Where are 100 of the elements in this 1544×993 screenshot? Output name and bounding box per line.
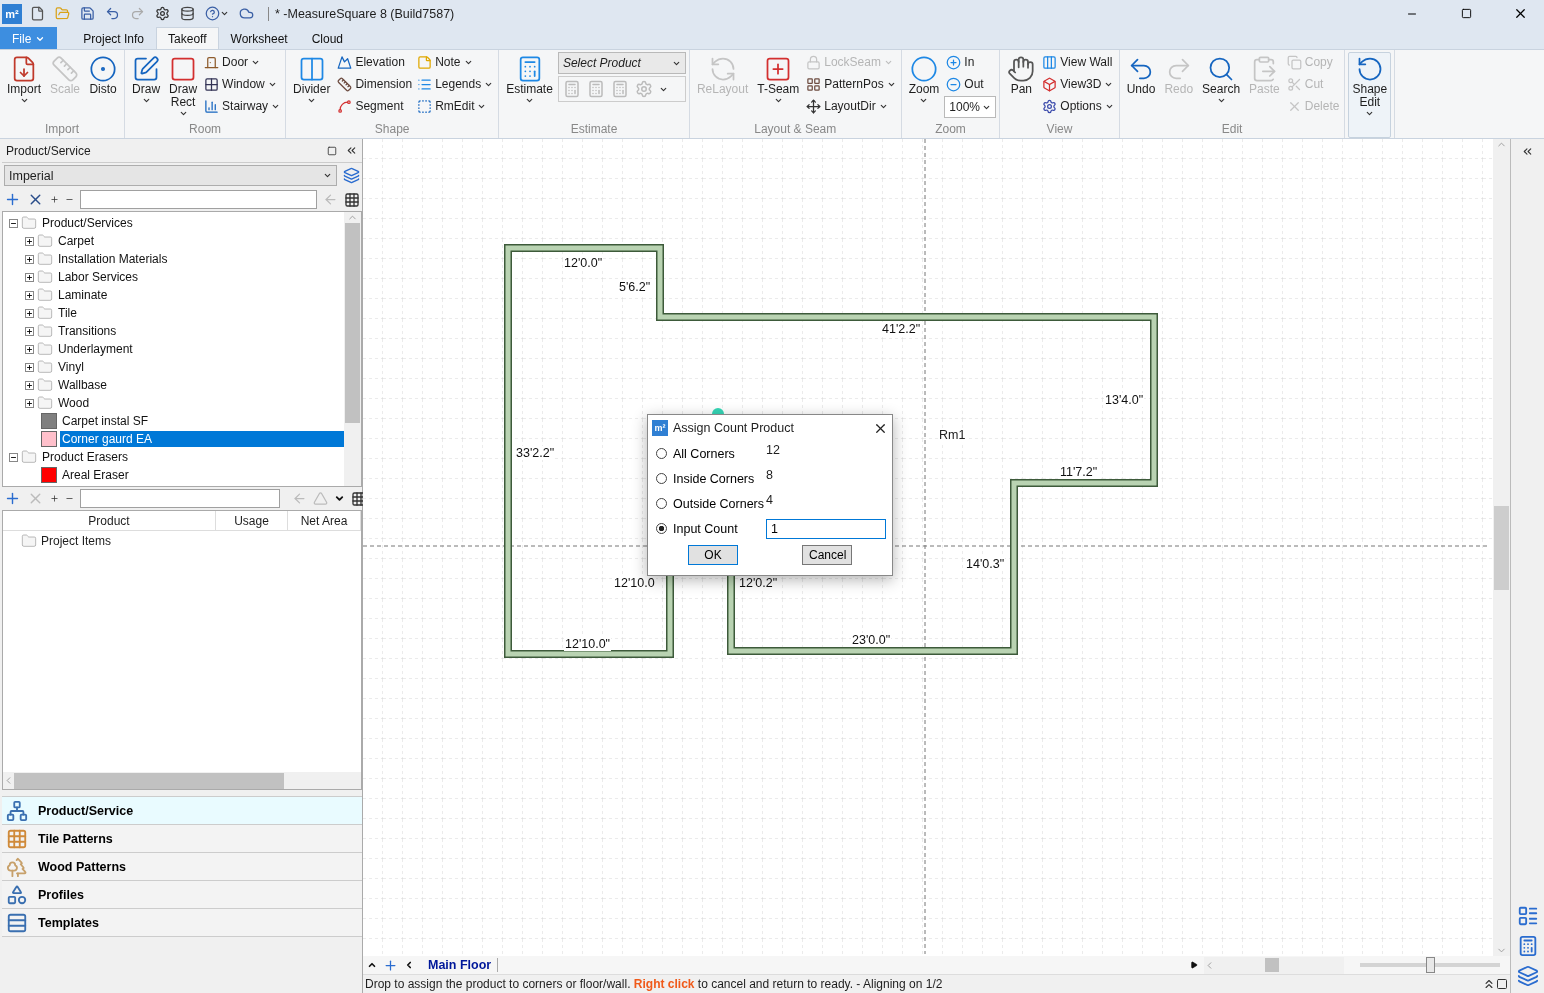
ribbon-button[interactable]: PatternPos — [804, 74, 898, 94]
column-header[interactable]: Net Area — [288, 511, 361, 531]
tree-item[interactable]: Labor Services — [56, 269, 141, 285]
ribbon-button[interactable]: Undo — [1122, 52, 1160, 122]
tree-item[interactable]: Wallbase — [56, 377, 109, 393]
ribbon-button[interactable]: Stairway — [202, 96, 283, 116]
ribbon-button[interactable]: Shape Edit — [1348, 52, 1392, 138]
scrollbar[interactable] — [3, 772, 361, 789]
search-field[interactable] — [80, 489, 280, 508]
expand-toggle[interactable] — [25, 290, 34, 300]
tree-item[interactable]: Underlayment — [56, 341, 135, 357]
column-header[interactable]: Usage — [216, 511, 288, 531]
add-button[interactable] — [4, 490, 21, 507]
ribbon-button[interactable]: Import — [3, 52, 45, 122]
expand-toggle[interactable] — [25, 398, 34, 408]
collapse-button[interactable] — [345, 144, 358, 157]
ribbon-button[interactable]: Draw Rect — [165, 52, 202, 122]
ribbon-button[interactable]: RmEdit — [415, 96, 496, 116]
ribbon-tab[interactable]: Worksheet — [218, 27, 300, 49]
ribbon-button[interactable]: Window — [202, 74, 283, 94]
menu-button[interactable] — [334, 493, 345, 504]
previous-button[interactable] — [404, 960, 414, 970]
column-header[interactable]: Product — [3, 511, 216, 531]
tree-item[interactable]: Wood — [56, 395, 92, 411]
ribbon-button[interactable]: Draw — [128, 52, 165, 122]
dropdown[interactable]: 100% — [944, 96, 997, 118]
tree-item[interactable]: Product/Services — [40, 215, 135, 231]
ribbon-button[interactable]: T-Seam — [753, 52, 804, 122]
unit-dropdown[interactable]: Imperial — [4, 165, 337, 186]
slider-thumb[interactable] — [1426, 957, 1435, 973]
expand-toggle[interactable] — [9, 218, 18, 228]
expand-all-button[interactable] — [50, 494, 59, 503]
save-button[interactable] — [78, 6, 97, 21]
collapse-button[interactable] — [1521, 145, 1534, 158]
ribbon-button[interactable]: View Wall — [1040, 52, 1116, 72]
ribbon-button[interactable]: Dimension — [335, 74, 415, 94]
maximize-button[interactable] — [1496, 978, 1508, 990]
ribbon-button[interactable]: Door — [202, 52, 283, 72]
list-button[interactable] — [1516, 905, 1539, 927]
tree-item[interactable]: Carpet — [56, 233, 97, 249]
expand-all-button[interactable] — [50, 195, 59, 204]
ribbon-button[interactable]: Segment — [335, 96, 415, 116]
count-field[interactable]: 1 — [766, 518, 886, 539]
ribbon-button[interactable]: Divider — [289, 52, 335, 122]
layers-button[interactable] — [1516, 965, 1539, 987]
scrollbar-thumb[interactable] — [1265, 958, 1279, 972]
expand-toggle[interactable] — [25, 254, 34, 264]
sheet-tab[interactable]: Main Floor — [420, 958, 499, 972]
expand-toggle[interactable] — [25, 326, 34, 336]
ok-button[interactable]: OK — [688, 545, 738, 565]
search-field[interactable] — [80, 190, 317, 209]
ribbon-button[interactable]: Out — [944, 74, 997, 94]
scrollbar[interactable] — [1204, 956, 1344, 974]
ribbon-button[interactable]: View3D — [1040, 74, 1116, 94]
add-sheet-button[interactable] — [383, 957, 398, 973]
tree-item[interactable]: Tile — [56, 305, 79, 321]
tree-item[interactable]: Vinyl — [56, 359, 86, 375]
next-button[interactable] — [1190, 961, 1198, 969]
up-button[interactable] — [367, 960, 377, 970]
ribbon-button[interactable]: Note — [415, 52, 496, 72]
tree-item[interactable]: Carpet instal SF — [60, 413, 151, 429]
tree-item[interactable]: Laminate — [56, 287, 110, 303]
ribbon-button[interactable]: Search — [1198, 52, 1245, 122]
expand-toggle[interactable] — [25, 236, 34, 246]
scrollbar-thumb[interactable] — [1494, 505, 1509, 590]
cloud-button[interactable] — [237, 6, 256, 21]
add-button[interactable] — [4, 191, 21, 208]
scrollbar[interactable] — [344, 212, 361, 486]
ribbon-tab[interactable]: Cloud — [299, 27, 356, 49]
tree-item[interactable]: Product Erasers — [40, 449, 131, 465]
ribbon-button[interactable]: Zoom — [904, 52, 944, 122]
scrollbar-thumb[interactable] — [345, 223, 360, 423]
ribbon-button[interactable]: Elevation — [335, 52, 415, 72]
settings-button[interactable] — [153, 6, 172, 21]
radio-button[interactable]: Input Count — [656, 521, 766, 536]
tree-item[interactable]: Installation Materials — [56, 251, 170, 267]
radio-button[interactable]: All Corners — [656, 446, 766, 461]
expand-toggle[interactable] — [25, 272, 34, 282]
expand-toggle[interactable] — [25, 308, 34, 318]
ribbon-button[interactable]: Legends — [415, 74, 496, 94]
ribbon-button[interactable]: Estimate — [502, 52, 557, 122]
radio-button[interactable]: Inside Corners — [656, 471, 766, 486]
expand-toggle[interactable] — [25, 344, 34, 354]
expand-button[interactable] — [1482, 977, 1496, 991]
ribbon-button[interactable]: LayoutDir — [804, 96, 898, 116]
tree-item[interactable]: Areal Eraser — [60, 467, 131, 483]
expand-toggle[interactable] — [25, 380, 34, 390]
ribbon-tab[interactable]: Takeoff — [156, 27, 219, 49]
nav-item[interactable]: Product/Service — [2, 797, 362, 825]
tree-item[interactable]: Corner gaurd EA — [60, 431, 344, 447]
ribbon-button[interactable]: Options — [1040, 96, 1116, 116]
tree-item[interactable]: Transitions — [56, 323, 119, 339]
expand-toggle[interactable] — [9, 452, 18, 462]
scrollbar-thumb[interactable] — [14, 772, 284, 789]
ribbon-button[interactable]: In — [944, 52, 997, 72]
room-outline[interactable] — [504, 244, 1158, 658]
cancel-button[interactable]: Cancel — [802, 545, 852, 565]
grid-button[interactable] — [344, 191, 360, 208]
expand-toggle[interactable] — [25, 362, 34, 372]
dropdown[interactable]: Select Product — [557, 52, 686, 74]
